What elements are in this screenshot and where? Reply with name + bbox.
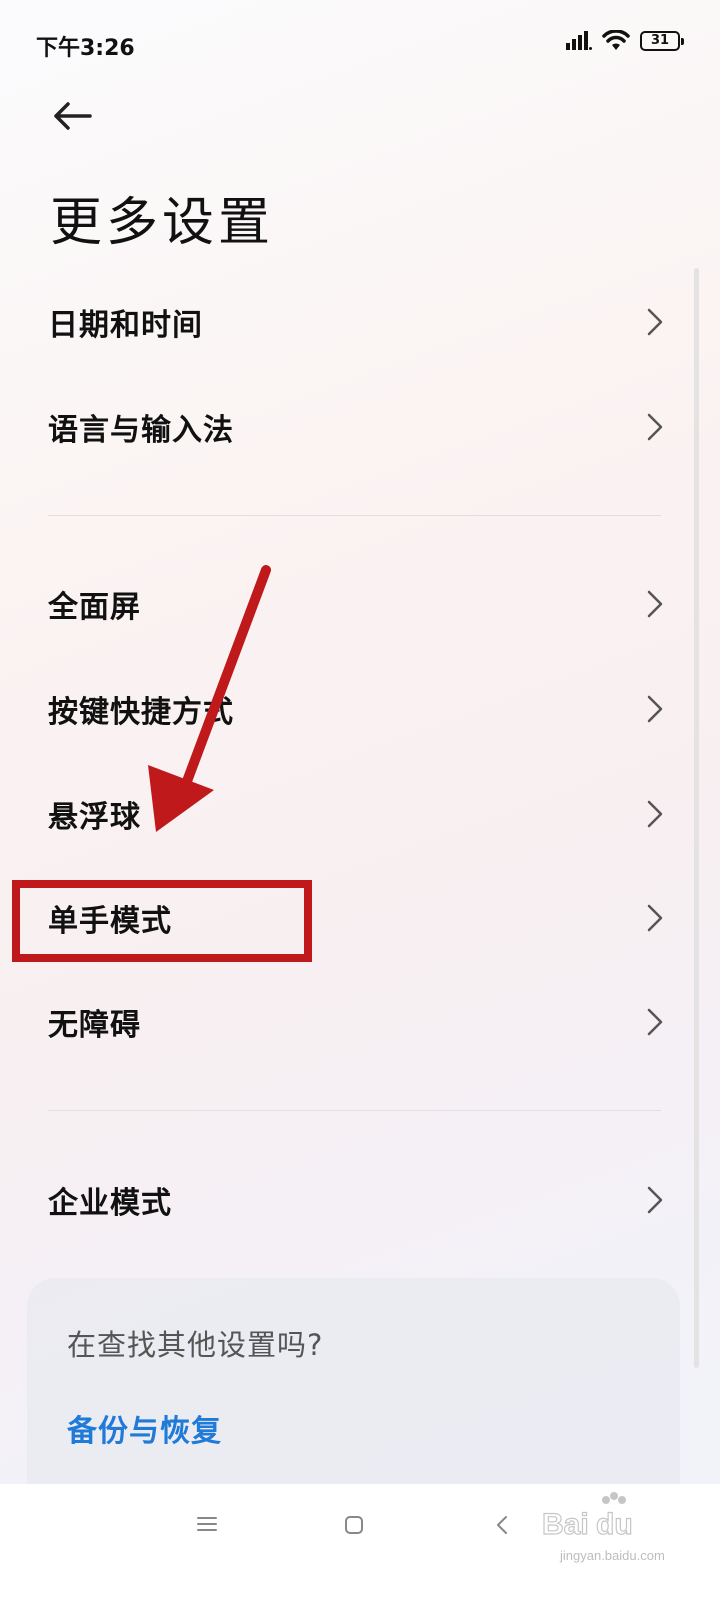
- suggestion-question: 在查找其他设置吗?: [67, 1328, 324, 1362]
- chevron-right-icon: [647, 695, 663, 723]
- settings-item-label: 企业模式: [48, 1186, 172, 1221]
- backup-restore-link[interactable]: 备份与恢复: [67, 1406, 222, 1450]
- chevron-right-icon: [647, 1008, 663, 1036]
- settings-item-button-shortcuts[interactable]: 按键快捷方式: [0, 659, 720, 759]
- battery-icon: 31: [640, 31, 684, 51]
- chevron-right-icon: [647, 413, 663, 441]
- section-divider: [48, 1110, 661, 1111]
- settings-item-accessibility[interactable]: 无障碍: [0, 972, 720, 1072]
- baidu-logo-icon: Bai du: [541, 1492, 633, 1542]
- status-time: 下午3:26: [36, 36, 135, 61]
- back-button[interactable]: [48, 92, 96, 140]
- chevron-right-icon: [647, 904, 663, 932]
- settings-item-enterprise-mode[interactable]: 企业模式: [0, 1150, 720, 1250]
- menu-icon[interactable]: [196, 1514, 218, 1534]
- settings-item-date-time[interactable]: 日期和时间: [0, 272, 720, 372]
- status-icons: 31: [566, 30, 684, 52]
- chevron-right-icon: [647, 1186, 663, 1214]
- battery-level: 31: [650, 33, 670, 48]
- watermark-text: jingyan.baidu.com: [560, 1548, 665, 1563]
- suggestion-card: 在查找其他设置吗? 备份与恢复: [27, 1278, 680, 1508]
- svg-text:Bai: Bai: [542, 1508, 589, 1541]
- wifi-icon: [602, 30, 630, 50]
- settings-item-language-input[interactable]: 语言与输入法: [0, 377, 720, 477]
- settings-item-label: 无障碍: [48, 1008, 141, 1043]
- signal-icon: [566, 31, 592, 50]
- settings-item-label: 日期和时间: [48, 308, 203, 343]
- highlight-box: [12, 880, 312, 962]
- settings-item-label: 悬浮球: [48, 800, 141, 835]
- back-triangle-icon[interactable]: [492, 1514, 512, 1536]
- home-icon[interactable]: [343, 1514, 365, 1536]
- section-divider: [48, 515, 661, 516]
- settings-item-floating-ball[interactable]: 悬浮球: [0, 764, 720, 864]
- chevron-right-icon: [647, 590, 663, 618]
- settings-item-label: 语言与输入法: [48, 413, 234, 448]
- baidu-watermark: Bai du jingyan.baidu.com: [540, 1490, 700, 1580]
- chevron-right-icon: [647, 800, 663, 828]
- settings-item-full-screen[interactable]: 全面屏: [0, 554, 720, 654]
- settings-item-label: 按键快捷方式: [48, 695, 234, 730]
- page-title: 更多设置: [50, 193, 275, 253]
- svg-text:du: du: [596, 1508, 633, 1541]
- chevron-right-icon: [647, 308, 663, 336]
- status-bar: 下午3:26 31: [0, 0, 720, 84]
- settings-item-label: 全面屏: [48, 590, 141, 625]
- arrow-left-icon: [54, 102, 92, 130]
